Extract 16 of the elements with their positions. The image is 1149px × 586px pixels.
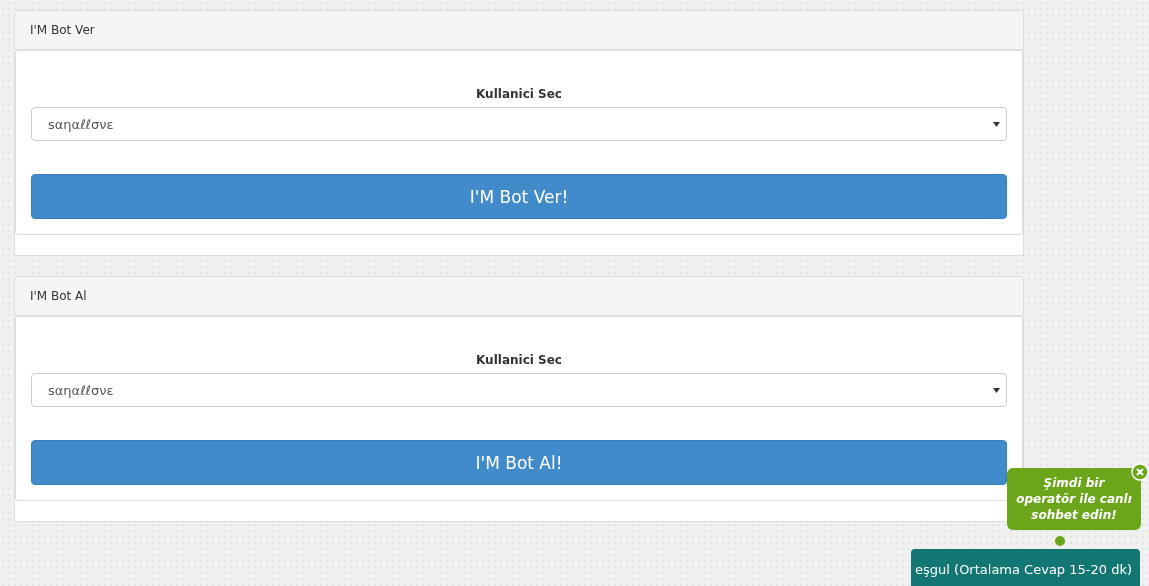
panel-title: I'M Bot Ver: [30, 23, 95, 37]
bubble-tail-icon: [1055, 536, 1065, 546]
field-label: Kullanici Sec: [476, 353, 562, 367]
caret-icon: [993, 121, 1000, 127]
close-icon[interactable]: [1131, 463, 1149, 481]
user-select[interactable]: sαηαℓℓσνε: [31, 373, 1007, 407]
field-label: Kullanici Sec: [476, 87, 562, 101]
submit-button[interactable]: I'M Bot Ver!: [31, 174, 1007, 219]
panel-title: I'M Bot Al: [30, 289, 87, 303]
user-select[interactable]: sαηαℓℓσνε: [31, 107, 1007, 141]
chat-status-text: eşgul (Ortalama Cevap 15-20 dk): [915, 561, 1132, 577]
submit-button[interactable]: I'M Bot Al!: [31, 440, 1007, 485]
caret-icon: [993, 387, 1000, 393]
chat-bar[interactable]: eşgul (Ortalama Cevap 15-20 dk): [911, 549, 1140, 586]
chat-invite-bubble[interactable]: Şimdi bir operatör ile canlı sohbet edin!: [1007, 468, 1141, 530]
chat-invite-text: Şimdi bir operatör ile canlı sohbet edin!: [1015, 474, 1133, 524]
